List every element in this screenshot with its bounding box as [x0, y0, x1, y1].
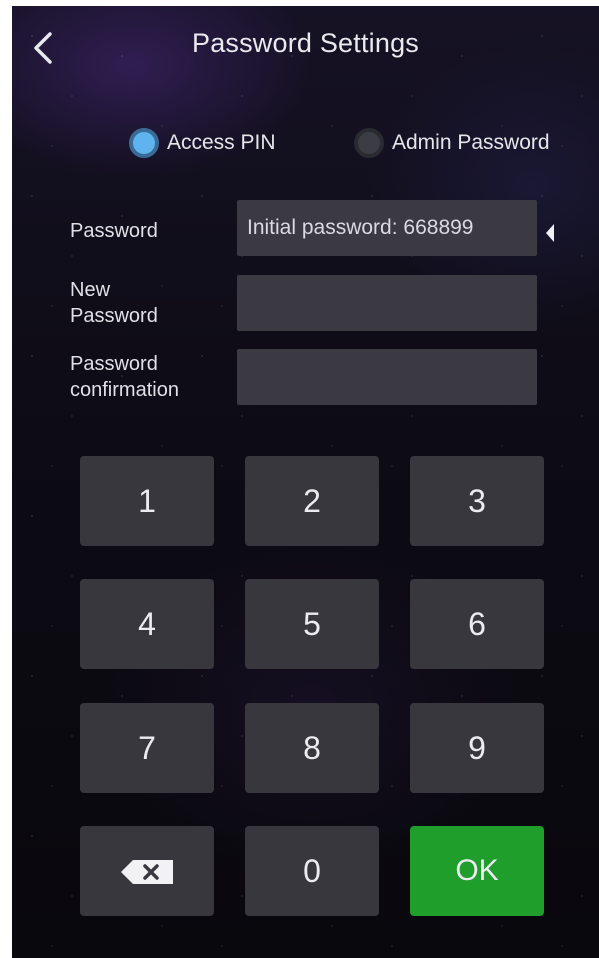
radio-unselected-icon [354, 128, 384, 158]
new-password-label-line2: Password [70, 305, 158, 327]
new-password-field[interactable] [237, 275, 537, 331]
key-7[interactable]: 7 [80, 703, 214, 793]
radio-access-pin[interactable]: Access PIN [129, 122, 276, 164]
key-2[interactable]: 2 [245, 456, 379, 546]
key-8[interactable]: 8 [245, 703, 379, 793]
caret-left-icon [546, 224, 554, 242]
key-5[interactable]: 5 [245, 579, 379, 669]
new-password-label: New Password [70, 277, 158, 329]
backspace-button[interactable] [80, 826, 214, 916]
confirm-password-label-line1: Password [70, 353, 158, 375]
radio-admin-password[interactable]: Admin Password [354, 122, 550, 164]
key-4[interactable]: 4 [80, 579, 214, 669]
backspace-icon [121, 860, 173, 884]
key-1[interactable]: 1 [80, 456, 214, 546]
page-title: Password Settings [191, 28, 419, 58]
radio-label: Access PIN [167, 131, 276, 154]
key-3[interactable]: 3 [410, 456, 544, 546]
top-bar: Password Settings [12, 6, 599, 86]
confirm-password-label: Password confirmation [70, 351, 179, 403]
confirm-password-label-line2: confirmation [70, 379, 179, 401]
screen: Password Settings Access PIN Admin Passw… [12, 6, 599, 958]
password-field-value: Initial password: 668899 [247, 216, 474, 239]
key-6[interactable]: 6 [410, 579, 544, 669]
radio-selected-icon [129, 128, 159, 158]
mode-selector: Access PIN Admin Password [12, 122, 599, 164]
new-password-label-line1: New [70, 279, 111, 301]
confirm-password-field[interactable] [237, 349, 537, 405]
password-label: Password [70, 220, 158, 242]
password-field[interactable]: Initial password: 668899 [237, 200, 537, 256]
radio-label: Admin Password [392, 131, 550, 154]
key-9[interactable]: 9 [410, 703, 544, 793]
key-0[interactable]: 0 [245, 826, 379, 916]
ok-button[interactable]: OK [410, 826, 544, 916]
